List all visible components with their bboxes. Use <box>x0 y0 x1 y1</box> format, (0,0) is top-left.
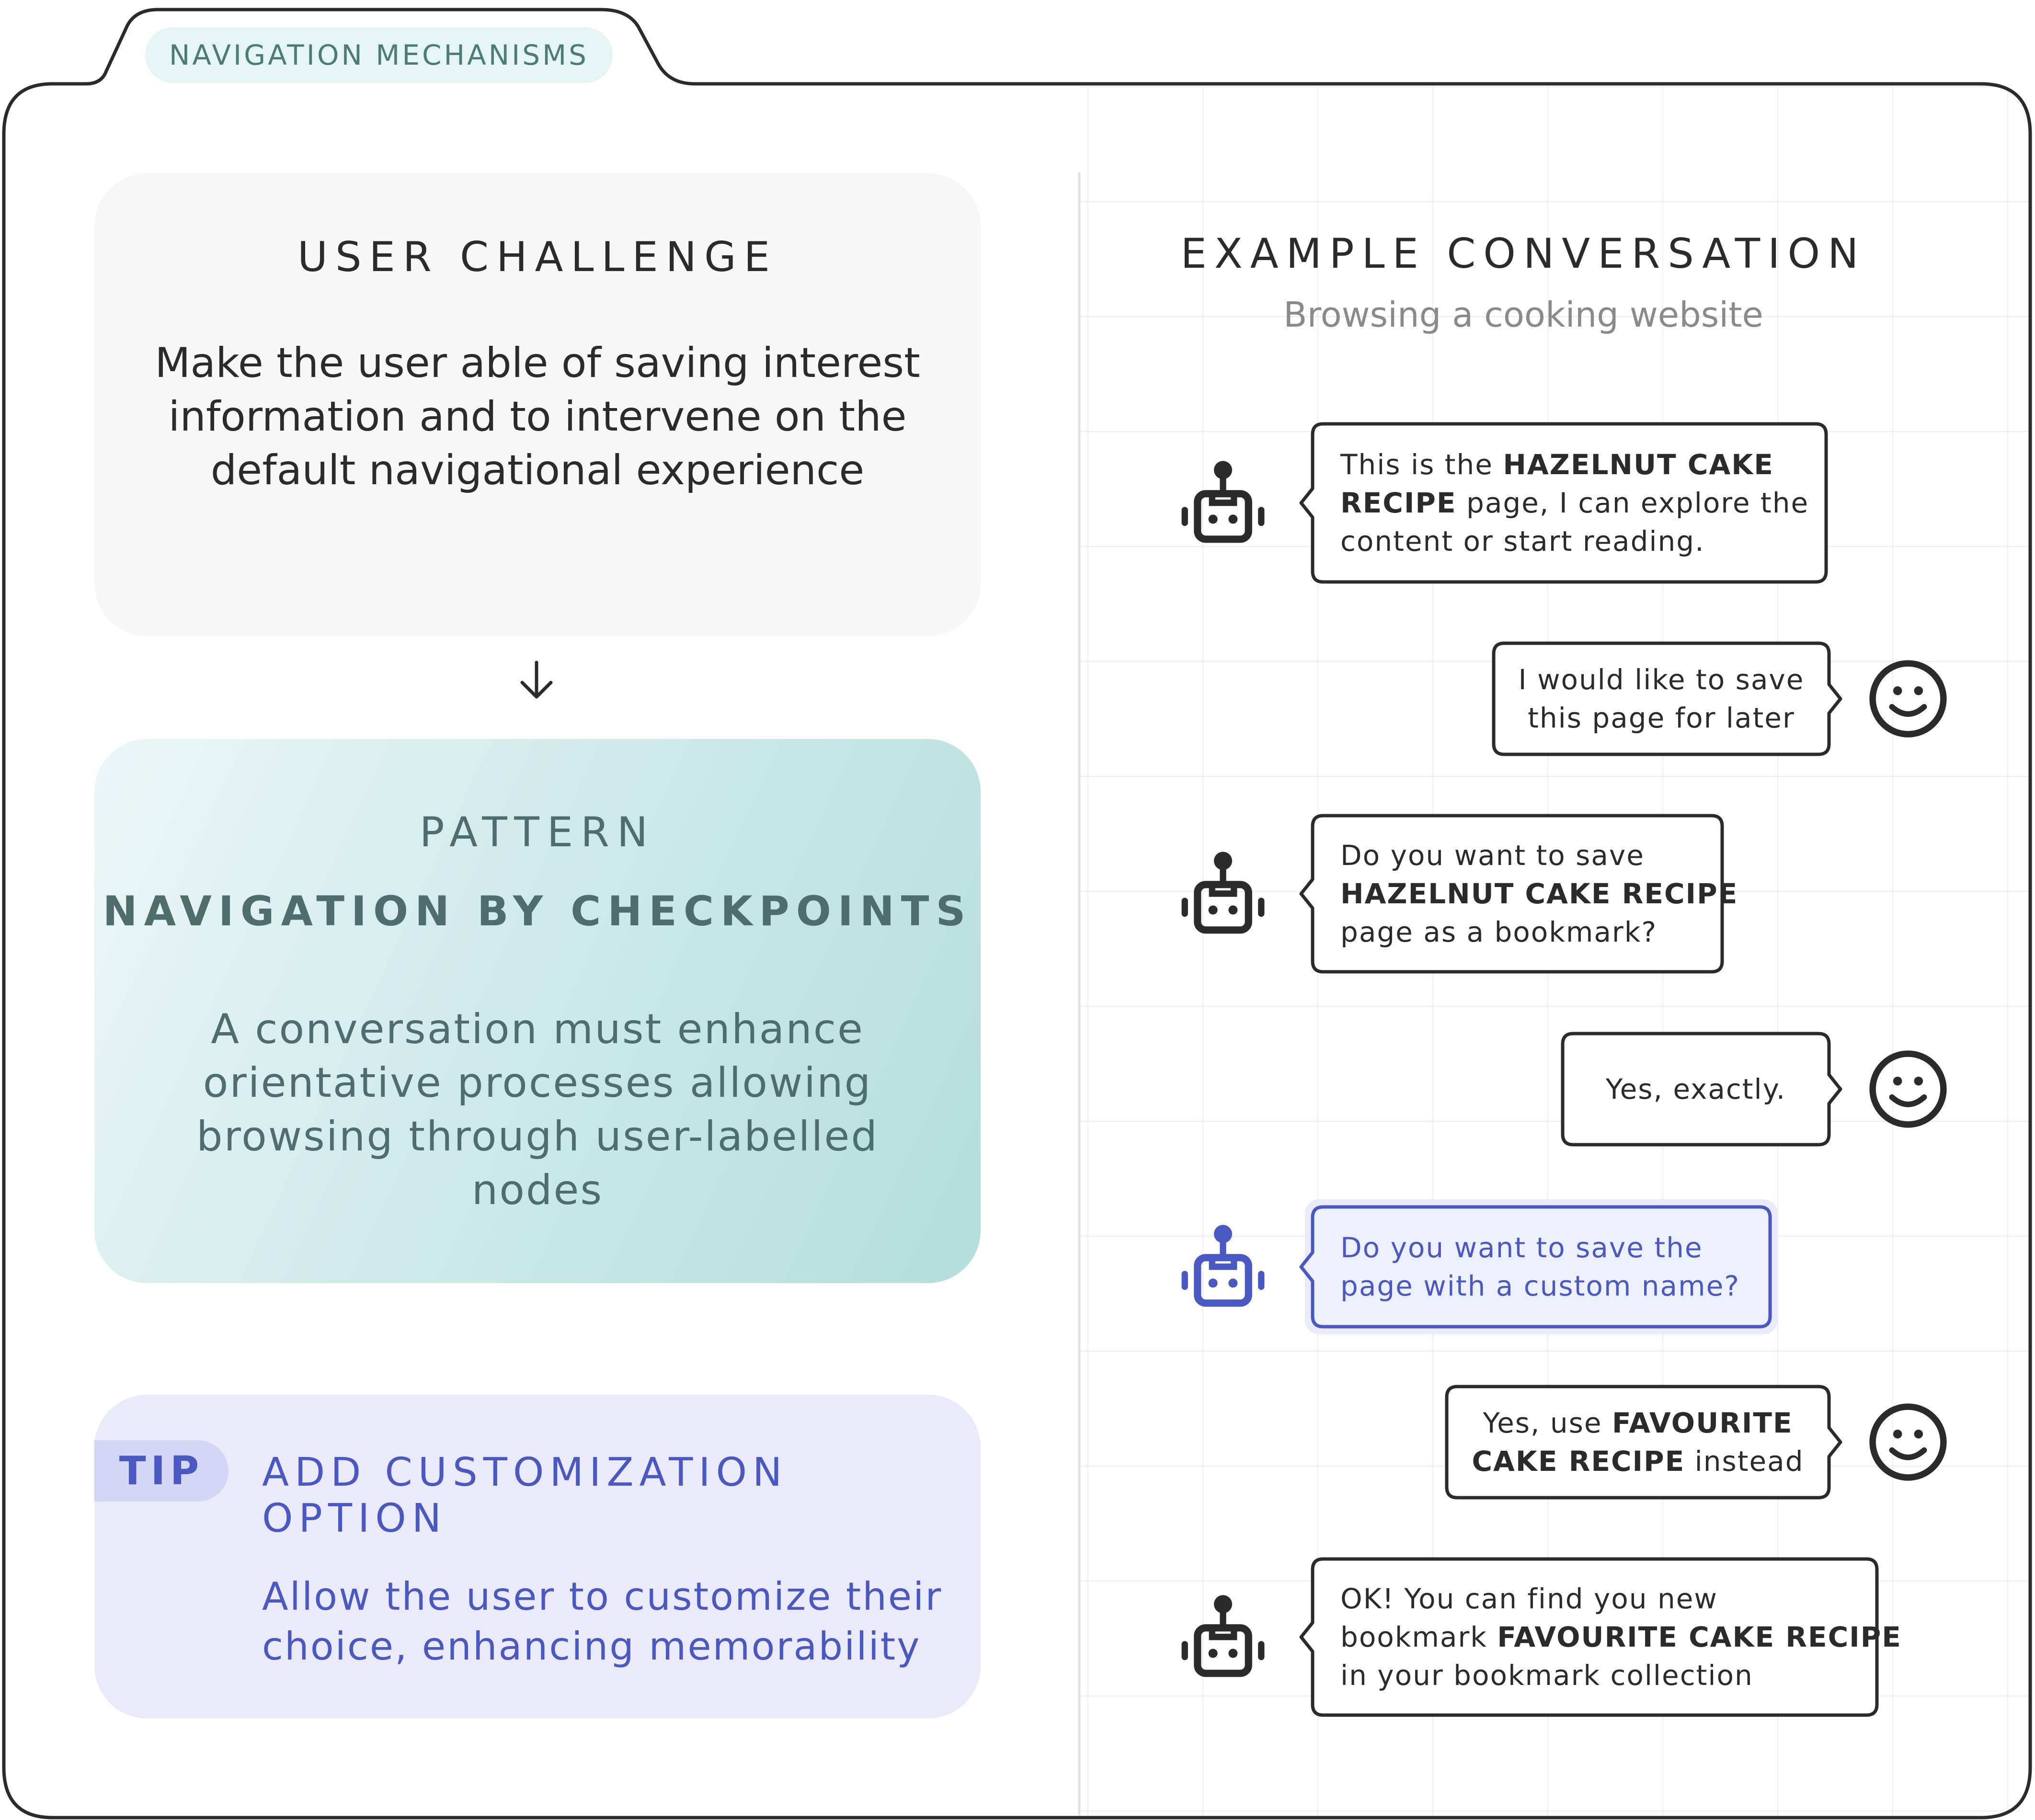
message-line: Do you want to save <box>1340 836 1738 875</box>
pattern-card: PATTERN NAVIGATION BY CHECKPOINTS A conv… <box>94 739 981 1283</box>
message-line: page as a bookmark? <box>1340 913 1738 951</box>
message-emphasis: CAKE RECIPE <box>1472 1445 1685 1478</box>
message-span: page as a bookmark? <box>1340 916 1658 948</box>
message-emphasis: HAZELNUT CAKE <box>1503 448 1774 481</box>
message-text: Do you want to save the page with a custo… <box>1340 1228 1740 1305</box>
message-span: Do you want to save <box>1340 839 1645 872</box>
message-text: Do you want to save HAZELNUT CAKE RECIPE p… <box>1340 836 1738 951</box>
message-span: page with a custom name? <box>1340 1270 1740 1302</box>
message-text-box: Yes, exactly. <box>1563 1034 1829 1145</box>
message-line: This is the HAZELNUT CAKE <box>1340 445 1809 484</box>
message-span: This is the <box>1340 448 1503 481</box>
message-text-box: Do you want to save HAZELNUT CAKE RECIPE p… <box>1313 816 1737 972</box>
message-text: Yes, exactly. <box>1582 1070 1810 1108</box>
message-line: Yes, use FAVOURITE <box>1466 1404 1810 1442</box>
example-conversation-title: EXAMPLE CONVERSATION <box>1180 230 1866 278</box>
pattern-name: NAVIGATION BY CHECKPOINTS <box>103 887 972 935</box>
example-conversation-subtitle: Browsing a cooking website <box>1283 295 1763 335</box>
message-line: CAKE RECIPE instead <box>1466 1442 1810 1480</box>
user-challenge-card: USER CHALLENGE Make the user able of sav… <box>94 173 981 636</box>
message-line: bookmark FAVOURITE CAKE RECIPE <box>1340 1618 1902 1656</box>
section-tab-label: NAVIGATION MECHANISMS <box>145 27 613 83</box>
message-span: this page for later <box>1528 702 1795 734</box>
message-span: Do you want to save the <box>1340 1231 1703 1264</box>
message-emphasis: FAVOURITE CAKE RECIPE <box>1497 1621 1902 1653</box>
robot-icon <box>1181 1225 1265 1307</box>
message-line: this page for later <box>1513 699 1810 737</box>
robot-icon <box>1181 852 1265 934</box>
message-text: Yes, use FAVOURITE CAKE RECIPE instead <box>1466 1404 1810 1480</box>
message-line: page with a custom name? <box>1340 1267 1740 1305</box>
arrow-down-icon <box>520 660 553 699</box>
message-emphasis: FAVOURITE <box>1612 1407 1793 1439</box>
message-span: instead <box>1685 1445 1804 1478</box>
message-text-box: Yes, use FAVOURITE CAKE RECIPE instead <box>1447 1387 1829 1498</box>
message-line: I would like to save <box>1513 660 1810 699</box>
tip-body: Allow the user to customize their choice… <box>262 1574 943 1669</box>
message-line: content or start reading. <box>1340 522 1809 560</box>
message-line: in your bookmark collection <box>1340 1656 1902 1695</box>
message-span: Yes, use <box>1483 1407 1612 1439</box>
message-text-box: Do you want to save the page with a custo… <box>1313 1207 1770 1327</box>
message-text: This is the HAZELNUT CAKE RECIPE page, I … <box>1340 445 1809 560</box>
message-emphasis: HAZELNUT CAKE RECIPE <box>1340 877 1738 910</box>
message-span: bookmark <box>1340 1621 1498 1653</box>
message-span: content or start reading. <box>1340 525 1705 557</box>
message-text-box: OK! You can find you new bookmark FAVOURI… <box>1313 1559 1901 1715</box>
smiley-icon <box>1869 1403 1947 1481</box>
robot-icon <box>1181 1595 1265 1677</box>
message-line: Yes, exactly. <box>1582 1070 1810 1108</box>
user-challenge-title: USER CHALLENGE <box>297 233 777 281</box>
message-text-box: I would like to save this page for later <box>1494 643 1829 754</box>
message-line: Do you want to save the <box>1340 1228 1740 1267</box>
tip-badge: TIP <box>94 1440 229 1502</box>
message-line: HAZELNUT CAKE RECIPE <box>1340 875 1738 913</box>
robot-icon <box>1181 461 1265 543</box>
message-text: OK! You can find you new bookmark FAVOURI… <box>1340 1580 1902 1695</box>
message-span: in your bookmark collection <box>1340 1659 1753 1692</box>
message-span: page, I can explore the <box>1456 487 1809 519</box>
pattern-description: A conversation must enhance orientative … <box>196 1005 879 1214</box>
tip-title: ADD CUSTOMIZATION OPTION <box>262 1450 788 1541</box>
smiley-icon <box>1869 660 1947 738</box>
user-challenge-body: Make the user able of saving interest in… <box>155 339 920 494</box>
smiley-icon <box>1869 1050 1947 1128</box>
message-span: Yes, exactly. <box>1605 1073 1786 1105</box>
tip-card: TIP ADD CUSTOMIZATION OPTION Allow the u… <box>94 1395 981 1718</box>
message-text-box: This is the HAZELNUT CAKE RECIPE page, I … <box>1313 424 1826 582</box>
message-span: OK! You can find you new <box>1340 1582 1718 1615</box>
pattern-kicker: PATTERN <box>419 808 656 856</box>
message-span: I would like to save <box>1518 663 1805 696</box>
message-text: I would like to save this page for later <box>1513 660 1810 737</box>
message-emphasis: RECIPE <box>1340 487 1457 519</box>
message-line: RECIPE page, I can explore the <box>1340 484 1809 522</box>
message-line: OK! You can find you new <box>1340 1580 1902 1618</box>
